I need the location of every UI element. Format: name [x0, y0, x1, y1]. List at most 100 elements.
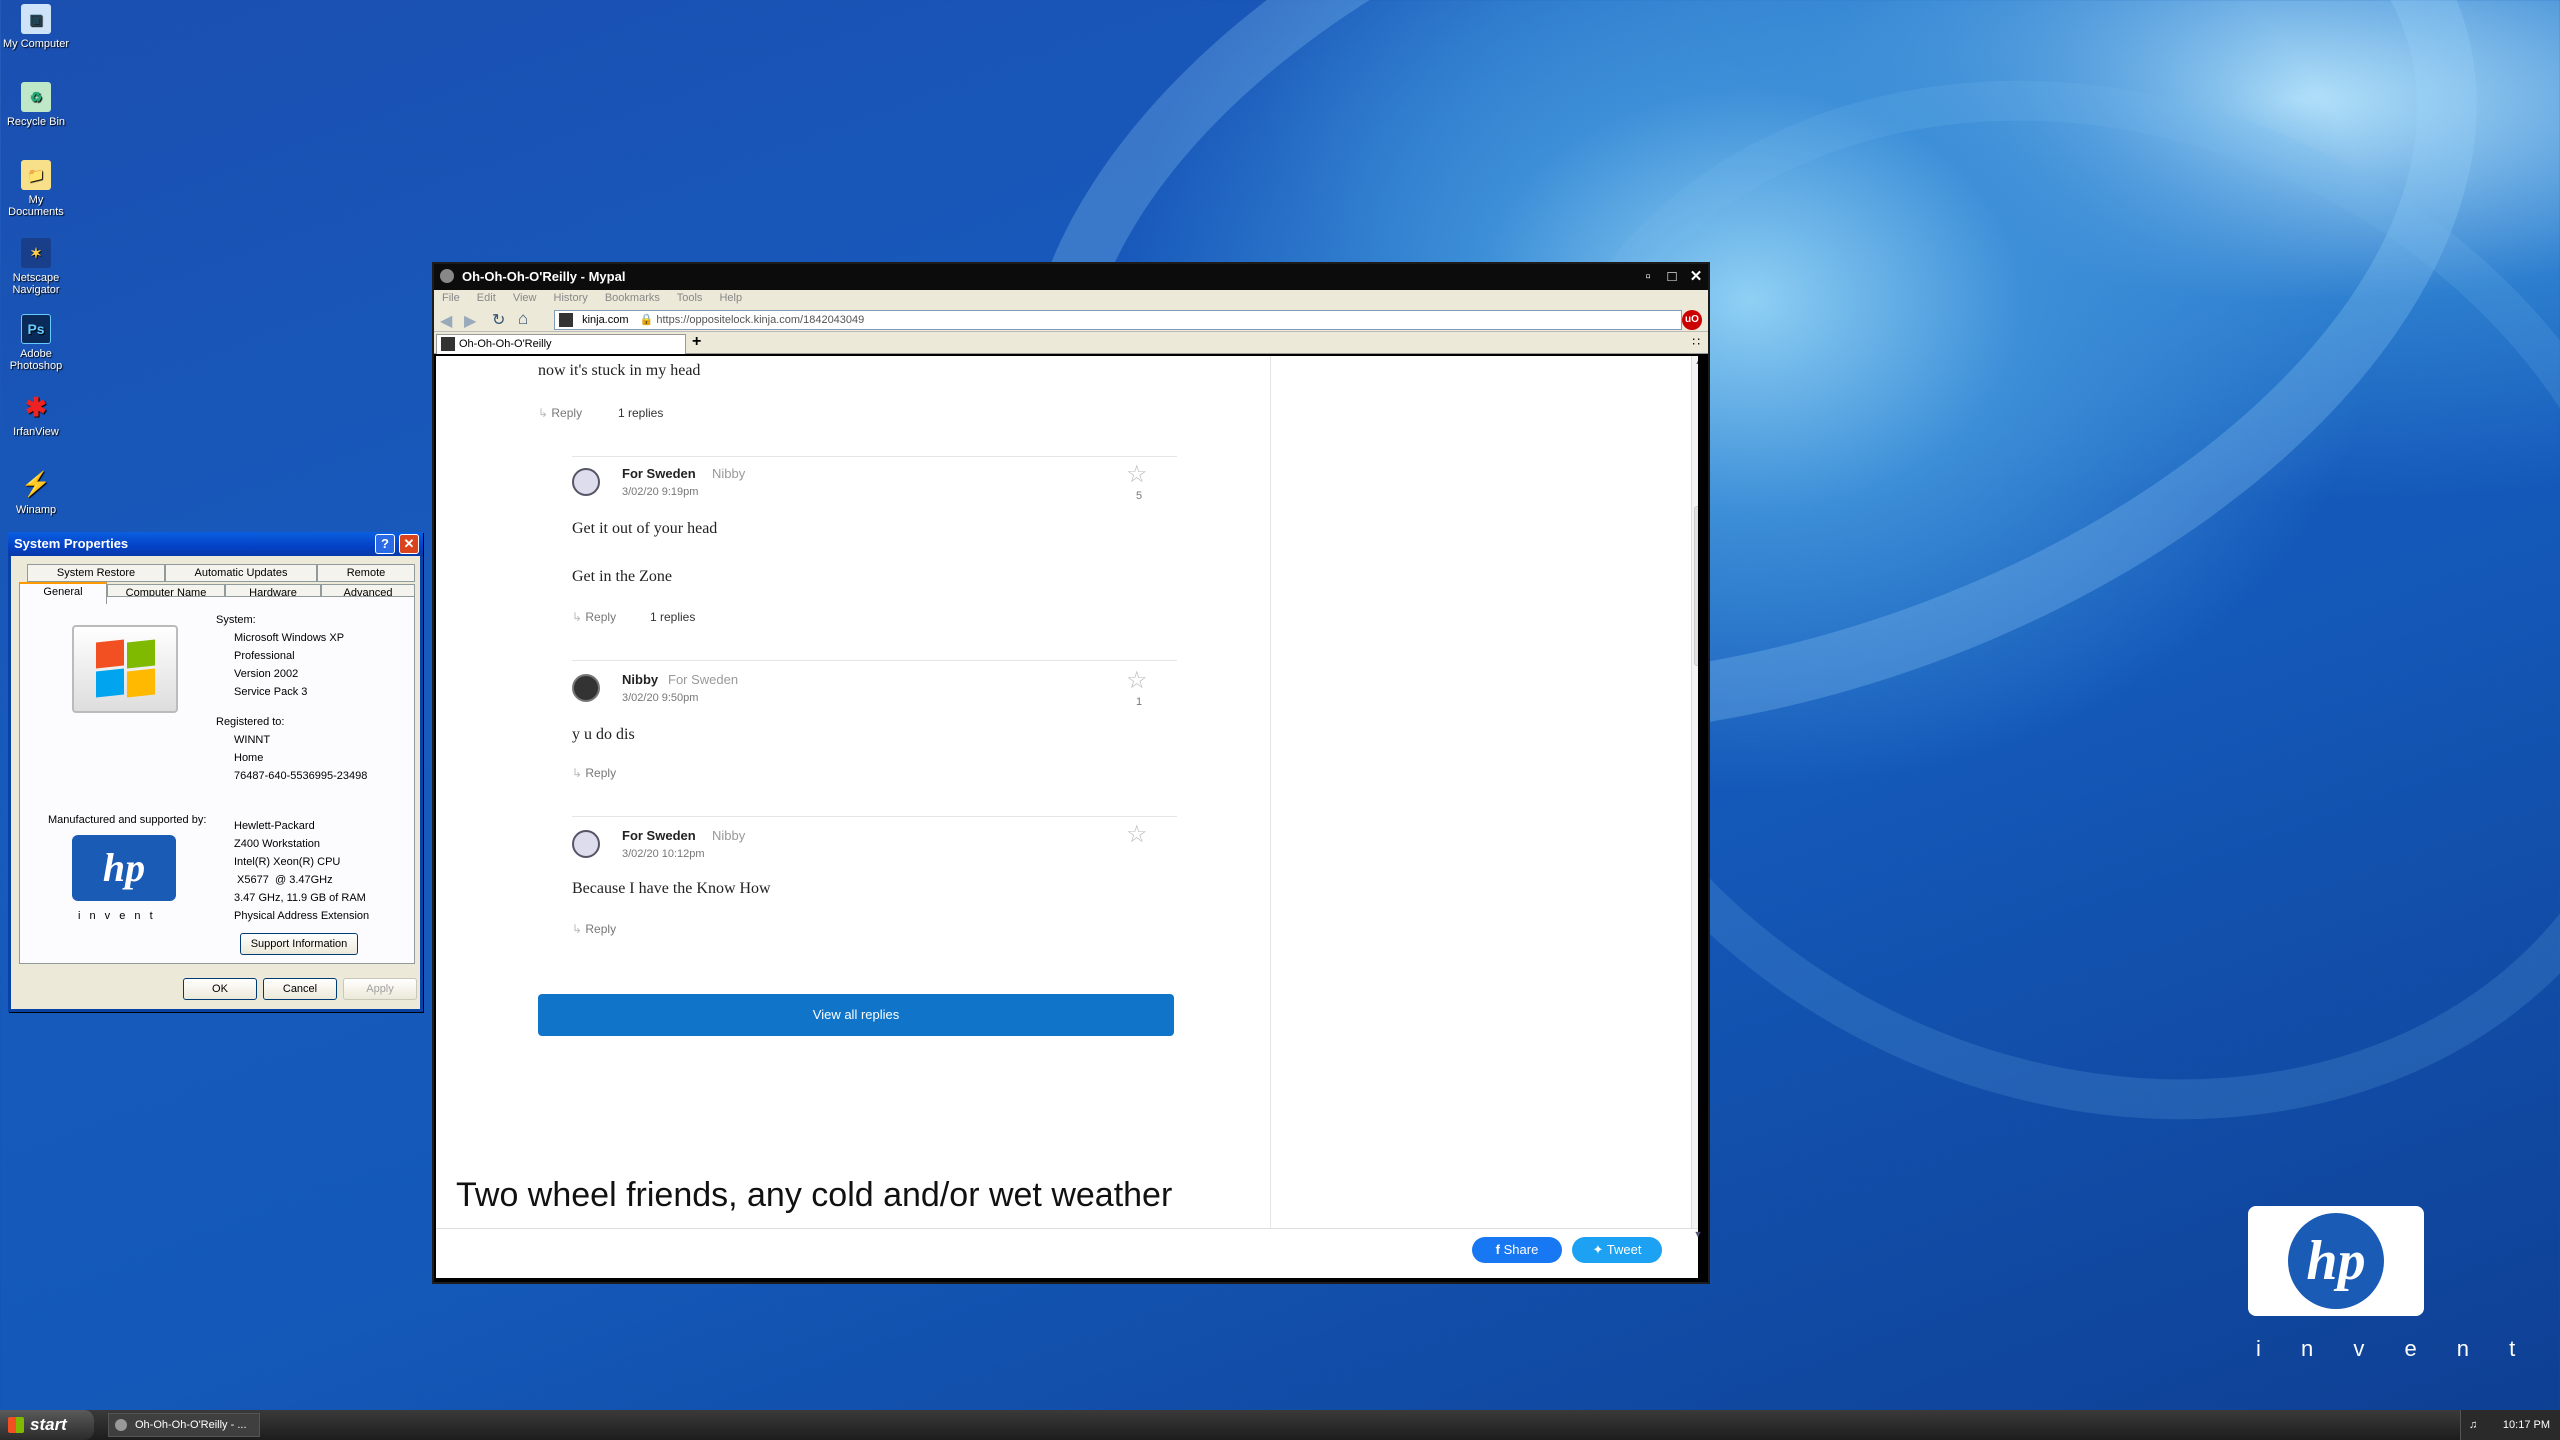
reply-link[interactable]: ↳ Reply: [572, 610, 616, 624]
facebook-share-button[interactable]: f Share: [1472, 1237, 1562, 1263]
menu-bookmarks[interactable]: Bookmarks: [605, 292, 660, 304]
product-id: 76487-640-5536995-23498: [234, 770, 368, 782]
tab-label: Oh-Oh-Oh-O'Reilly: [459, 338, 552, 350]
close-button[interactable]: ✕: [1686, 267, 1706, 287]
menu-edit[interactable]: Edit: [477, 292, 496, 304]
tab-list-icon[interactable]: ∷: [1692, 335, 1700, 349]
divider: [572, 816, 1177, 817]
ublock-icon[interactable]: uO: [1682, 310, 1702, 330]
scroll-down-arrow[interactable]: ▼: [1691, 1229, 1705, 1243]
desktop-icon-my-documents[interactable]: 📁 My Documents: [0, 160, 72, 218]
page-content: now it's stuck in my head ↳ Reply 1 repl…: [436, 356, 1698, 1228]
comment-text: Get it out of your head: [572, 520, 718, 537]
comment-time[interactable]: 3/02/20 9:50pm: [622, 692, 698, 704]
site-favicon: [559, 313, 573, 328]
browser-window: Oh-Oh-Oh-O'Reilly - Mypal ▫ □ ✕ File Edi…: [432, 262, 1710, 1284]
cancel-button[interactable]: Cancel: [263, 978, 337, 1000]
url-text[interactable]: https://oppositelock.kinja.com/184204304…: [656, 314, 864, 326]
support-information-button[interactable]: Support Information: [240, 933, 358, 955]
url-bar[interactable]: kinja.com 🔒 https://oppositelock.kinja.c…: [554, 310, 1682, 330]
vertical-scrollbar[interactable]: ▲: [1691, 356, 1698, 1228]
tab-remote[interactable]: Remote: [317, 564, 415, 582]
irfanview-icon: ✱: [25, 392, 47, 422]
tab-bar: Oh-Oh-Oh-O'Reilly + ∷: [434, 332, 1708, 354]
reply-arrow-icon: ↳: [572, 922, 586, 936]
reply-to[interactable]: Nibby: [712, 466, 745, 481]
browser-title-bar[interactable]: Oh-Oh-Oh-O'Reilly - Mypal ▫ □ ✕: [434, 264, 1708, 290]
tab-system-restore[interactable]: System Restore: [27, 564, 165, 582]
sidebar-divider: [1270, 356, 1271, 1228]
clock[interactable]: 10:17 PM: [2503, 1419, 2550, 1431]
desktop-icon-irfanview[interactable]: ✱ IrfanView: [0, 392, 72, 438]
menu-history[interactable]: History: [554, 292, 588, 304]
comment-text: Get in the Zone: [572, 568, 672, 585]
comment-author[interactable]: For Sweden: [622, 828, 696, 843]
view-all-replies-button[interactable]: View all replies: [538, 994, 1174, 1036]
replies-count[interactable]: 1 replies: [650, 610, 695, 624]
site-identity-badge[interactable]: kinja.com: [582, 314, 628, 326]
reply-link[interactable]: ↳ Reply: [538, 406, 582, 420]
window-title: Oh-Oh-Oh-O'Reilly - Mypal: [462, 269, 626, 284]
menu-file[interactable]: File: [442, 292, 460, 304]
avatar: [572, 830, 600, 858]
next-article-headline[interactable]: Two wheel friends, any cold and/or wet w…: [456, 1176, 1172, 1215]
tab-automatic-updates[interactable]: Automatic Updates: [165, 564, 317, 582]
registered-line: Home: [234, 752, 264, 764]
desktop-icon-netscape[interactable]: ✶ Netscape Navigator: [0, 238, 72, 296]
star-icon[interactable]: ☆: [1126, 460, 1148, 489]
reply-arrow-icon: ↳: [538, 406, 552, 420]
replies-count[interactable]: 1 replies: [618, 406, 663, 420]
help-button[interactable]: ?: [375, 534, 395, 554]
comment-text: y u do dis: [572, 726, 635, 743]
home-icon[interactable]: ⌂: [518, 309, 528, 329]
comment-text: now it's stuck in my head: [538, 362, 701, 379]
reply-link[interactable]: ↳ Reply: [572, 922, 616, 936]
close-button[interactable]: ✕: [399, 534, 419, 554]
desktop-icon-my-computer[interactable]: ▣ My Computer: [0, 4, 72, 50]
star-icon[interactable]: ☆: [1126, 666, 1148, 695]
reply-to[interactable]: Nibby: [712, 828, 745, 843]
system-line: Service Pack 3: [234, 686, 308, 698]
avatar: [572, 468, 600, 496]
maximize-button[interactable]: □: [1662, 267, 1682, 287]
reply-link[interactable]: ↳ Reply: [572, 766, 616, 780]
scroll-thumb[interactable]: [1694, 506, 1698, 666]
comment-author[interactable]: For Sweden: [622, 466, 696, 481]
comment-time[interactable]: 3/02/20 10:12pm: [622, 848, 705, 860]
desktop-icon-photoshop[interactable]: Ps Adobe Photoshop: [0, 314, 72, 372]
taskbar-button-browser[interactable]: Oh-Oh-Oh-O'Reilly - ...: [108, 1413, 260, 1437]
new-tab-button[interactable]: +: [692, 333, 701, 351]
reply-to[interactable]: For Sweden: [668, 672, 738, 687]
dialog-title-bar[interactable]: System Properties ? ✕: [8, 532, 423, 556]
tweet-button[interactable]: ✦ Tweet: [1572, 1237, 1662, 1263]
system-line: Professional: [234, 650, 295, 662]
star-count: 1: [1136, 696, 1143, 708]
comment-text: Because I have the Know How: [572, 880, 771, 897]
comment-time[interactable]: 3/02/20 9:19pm: [622, 486, 698, 498]
desktop-icon-winamp[interactable]: ⚡ Winamp: [0, 470, 72, 517]
menu-help[interactable]: Help: [719, 292, 742, 304]
minimize-button[interactable]: ▫: [1638, 267, 1658, 287]
comment-author[interactable]: Nibby: [622, 672, 658, 687]
reload-icon[interactable]: ↻: [492, 310, 505, 330]
volume-icon[interactable]: ♫: [2469, 1410, 2477, 1440]
menu-view[interactable]: View: [513, 292, 537, 304]
registered-label: Registered to:: [216, 716, 285, 728]
mypal-icon: [115, 1419, 127, 1431]
start-button[interactable]: start: [0, 1410, 94, 1440]
menu-tools[interactable]: Tools: [677, 292, 703, 304]
forward-icon[interactable]: ▶: [464, 311, 476, 331]
desktop-icon-recycle-bin[interactable]: ♻ Recycle Bin: [0, 82, 72, 128]
back-icon[interactable]: ◀: [440, 311, 452, 331]
tab-general[interactable]: General: [19, 582, 107, 604]
ok-button[interactable]: OK: [183, 978, 257, 1000]
manufacturer-line: Hewlett-Packard: [234, 820, 315, 832]
browser-tab[interactable]: Oh-Oh-Oh-O'Reilly: [436, 334, 686, 354]
facebook-icon: f: [1495, 1242, 1504, 1257]
system-line: Version 2002: [234, 668, 299, 680]
apply-button[interactable]: Apply: [343, 978, 417, 1000]
scroll-up-arrow[interactable]: ▲: [1692, 356, 1698, 370]
system-line: Microsoft Windows XP: [234, 632, 345, 644]
manufactured-label: Manufactured and supported by:: [48, 814, 207, 826]
star-icon[interactable]: ☆: [1126, 820, 1148, 849]
